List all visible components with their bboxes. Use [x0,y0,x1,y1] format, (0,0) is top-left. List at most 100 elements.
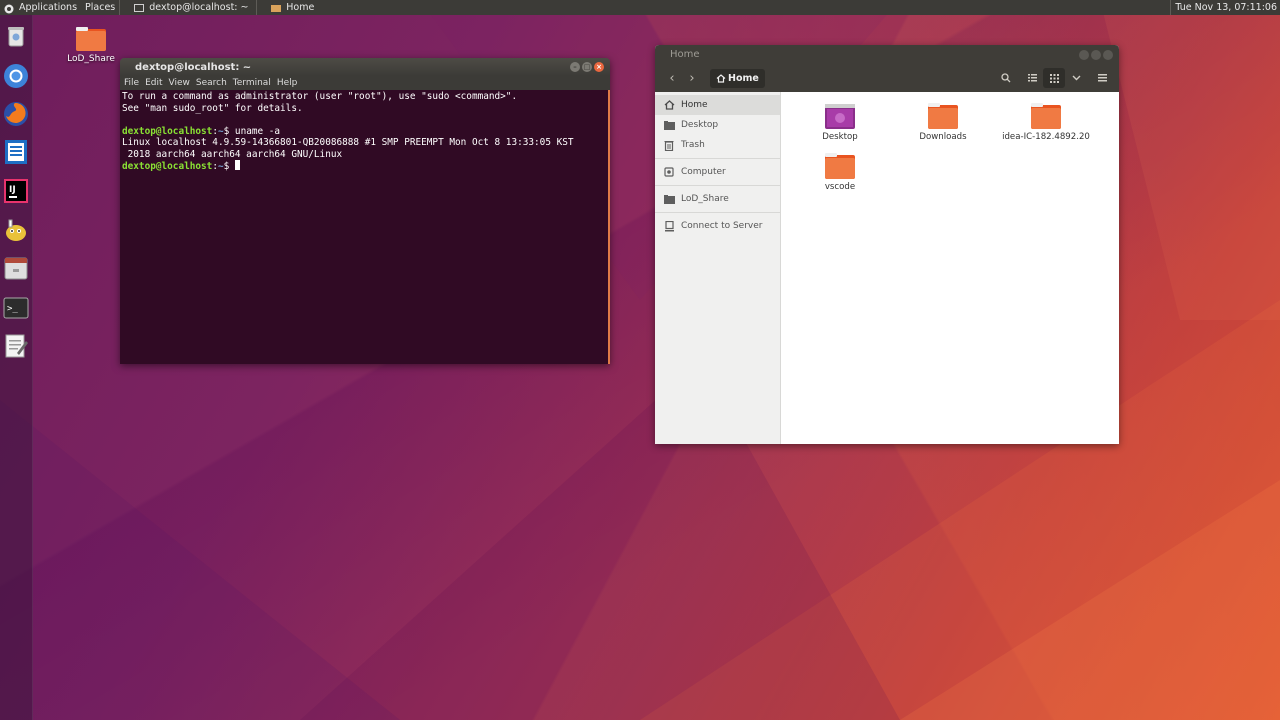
files-grid: Desktop Downloads idea-IC-182.4892.20 vs… [781,92,1119,444]
path-bar-home[interactable]: Home [710,68,765,88]
terminal-command-line: dextop@localhost:~$ uname -a [122,126,606,138]
folder-icon [928,103,958,129]
terminal-line: See "man sudo_root" for details. [122,102,303,114]
sidebar-divider [655,212,780,213]
file-item-label: vscode [824,182,856,192]
clock-label: Tue Nov 13, 07:11:06 [1175,2,1277,13]
desktop-folder-icon [825,104,855,129]
svg-text:IJ: IJ [9,185,16,195]
menu-terminal[interactable]: Terminal [233,78,271,88]
file-cabinet-icon [4,257,28,280]
file-item-downloads[interactable]: Downloads [895,102,991,142]
terminal-icon: >_ [3,297,29,319]
command-text: uname -a [234,125,281,137]
folder-icon [825,153,855,179]
file-item-idea[interactable]: idea-IC-182.4892.20 [998,102,1094,142]
sidebar-item-lod-share[interactable]: LoD_Share [655,189,780,209]
back-button[interactable]: ‹ [662,71,682,86]
menu-file[interactable]: File [124,78,139,88]
files-titlebar[interactable]: Home [655,45,1119,64]
launcher-files[interactable] [3,255,29,281]
window-controls [1079,50,1113,60]
intellij-icon: IJ [4,179,28,203]
close-button[interactable]: × [594,62,604,72]
files-title: Home [670,49,700,60]
minimize-button[interactable] [1079,50,1089,60]
menu-button[interactable] [1091,68,1113,88]
server-icon [663,220,675,232]
sidebar-item-label: LoD_Share [681,194,729,204]
search-button[interactable] [995,68,1017,88]
text-editor-icon [5,334,28,358]
launcher-terminal[interactable]: >_ [3,295,29,321]
terminal-window: dextop@localhost: ~ – □ × File Edit View… [120,58,610,364]
desktop-icon-label: LoD_Share [67,54,115,64]
files-content: Home Desktop Trash Computer LoD_Share Co… [655,92,1119,444]
applications-menu[interactable]: Applications [0,0,81,15]
terminal-titlebar[interactable]: dextop@localhost: ~ – □ × [120,58,610,76]
home-icon [716,73,726,83]
path-label: Home [728,72,759,84]
sidebar-item-computer[interactable]: Computer [655,162,780,182]
drive-icon [663,166,675,178]
taskbar-files-label: Home [286,2,315,13]
launcher-firefox[interactable] [3,101,29,127]
sidebar-item-label: Home [681,100,708,110]
sidebar-item-label: Computer [681,167,726,177]
menu-view[interactable]: View [169,78,190,88]
list-view-icon [1027,74,1037,82]
launcher-chromium[interactable] [3,63,29,89]
svg-text:>_: >_ [7,304,18,314]
menu-search[interactable]: Search [196,78,227,88]
terminal-line: Linux localhost 4.9.59-14366801-QB200868… [122,137,574,148]
sidebar-item-desktop[interactable]: Desktop [655,115,780,135]
sidebar-divider [655,158,780,159]
view-options-button[interactable] [1065,68,1087,88]
close-button[interactable] [1103,50,1113,60]
folder-icon [663,119,675,131]
file-item-vscode[interactable]: vscode [792,152,888,192]
sidebar-item-label: Desktop [681,120,719,130]
chromium-icon [4,64,28,88]
launcher-intellij[interactable]: IJ [3,178,29,204]
places-label: Places [85,2,116,13]
launcher-trash[interactable] [3,23,29,49]
clock[interactable]: Tue Nov 13, 07:11:06 [1171,0,1280,15]
grid-view-button[interactable] [1043,68,1065,88]
search-icon [1001,73,1011,83]
terminal-title: dextop@localhost: ~ [135,61,252,73]
sidebar-item-connect-to-server[interactable]: Connect to Server [655,216,780,236]
maximize-button[interactable] [1091,50,1101,60]
launcher-writer[interactable] [3,139,29,165]
prompt-end: $ [223,125,235,137]
file-item-desktop[interactable]: Desktop [792,102,888,142]
maximize-button[interactable]: □ [582,62,592,72]
file-item-label: idea-IC-182.4892.20 [1002,132,1090,142]
terminal-prompt-line: dextop@localhost:~$ [122,160,606,172]
desktop-icon-lod-share[interactable]: LoD_Share [66,26,116,64]
launcher: IJ >_ [0,15,33,720]
terminal-output[interactable]: To run a command as administrator (user … [120,90,610,364]
writer-icon [5,140,27,164]
places-menu[interactable]: Places [81,0,119,15]
home-icon [663,99,675,111]
launcher-text-editor[interactable] [3,333,29,359]
forward-button[interactable]: › [682,71,702,86]
sidebar-item-trash[interactable]: Trash [655,135,780,155]
sidebar-item-home[interactable]: Home [655,95,780,115]
chevron-down-icon [1072,75,1080,81]
launcher-gimp[interactable] [3,217,29,243]
trash-icon [663,139,675,151]
taskbar-files[interactable]: Home [257,0,318,15]
firefox-icon [4,102,28,126]
taskbar-terminal[interactable]: dextop@localhost: ~ [120,0,256,15]
folder-icon [663,193,675,205]
menu-edit[interactable]: Edit [145,78,162,88]
list-view-button[interactable] [1021,68,1043,88]
menu-help[interactable]: Help [277,78,298,88]
text-cursor [234,160,240,170]
files-sidebar: Home Desktop Trash Computer LoD_Share Co… [655,92,781,444]
gimp-icon [6,219,26,241]
minimize-button[interactable]: – [570,62,580,72]
